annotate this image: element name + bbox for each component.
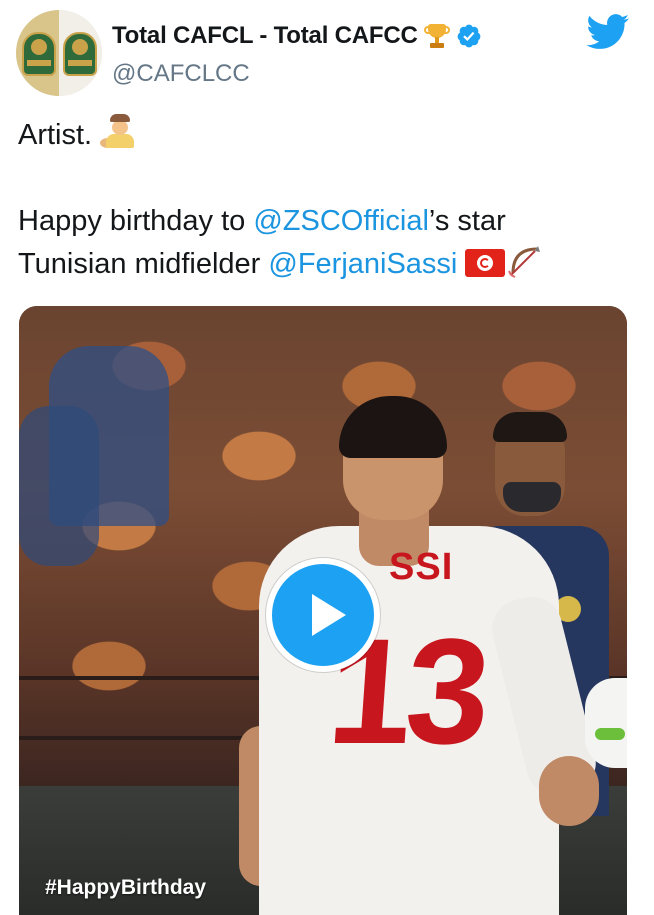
tweet-header: Total CAFCL - Total CAFCC @CAFCLCC [16,10,638,100]
handle[interactable]: @CAFCLCC [112,60,250,88]
twitter-icon[interactable] [586,14,630,50]
tweet-text-line-1: Artist. [18,112,638,157]
tweet-text-line-3: Tunisian midfielder @FerjaniSassi [18,243,638,286]
tweet-text: ’s star [428,205,506,237]
video-player[interactable]: SSI 13 #HappyBirthday [19,306,627,915]
caf-logo-icon [22,32,56,76]
tweet-text-line-2: Happy birthday to @ZSCOfficial’s star [18,200,638,243]
play-icon [312,594,346,636]
bow-and-arrow-icon [508,246,541,278]
artist-icon [100,112,140,152]
jersey-name: SSI [389,546,454,588]
name-row: Total CAFCL - Total CAFCC [112,22,482,50]
caf-logo-icon [63,32,97,76]
tweet-text: Tunisian midfielder [18,248,269,280]
tweet-text: Happy birthday to [18,205,254,237]
display-name[interactable]: Total CAFCL - Total CAFCC [112,22,418,50]
verified-badge-icon [457,24,481,48]
mention-link[interactable]: @FerjaniSassi [268,248,457,280]
background-figure [19,406,99,566]
football [585,678,627,768]
avatar[interactable] [16,10,102,96]
play-button[interactable] [266,558,380,672]
hashtag-overlay: #HappyBirthday [45,876,207,899]
mention-link[interactable]: @ZSCOfficial [253,205,429,237]
tunisia-flag-icon [465,249,506,277]
trophy-icon [423,23,450,49]
tweet-text: Artist. [18,119,93,151]
